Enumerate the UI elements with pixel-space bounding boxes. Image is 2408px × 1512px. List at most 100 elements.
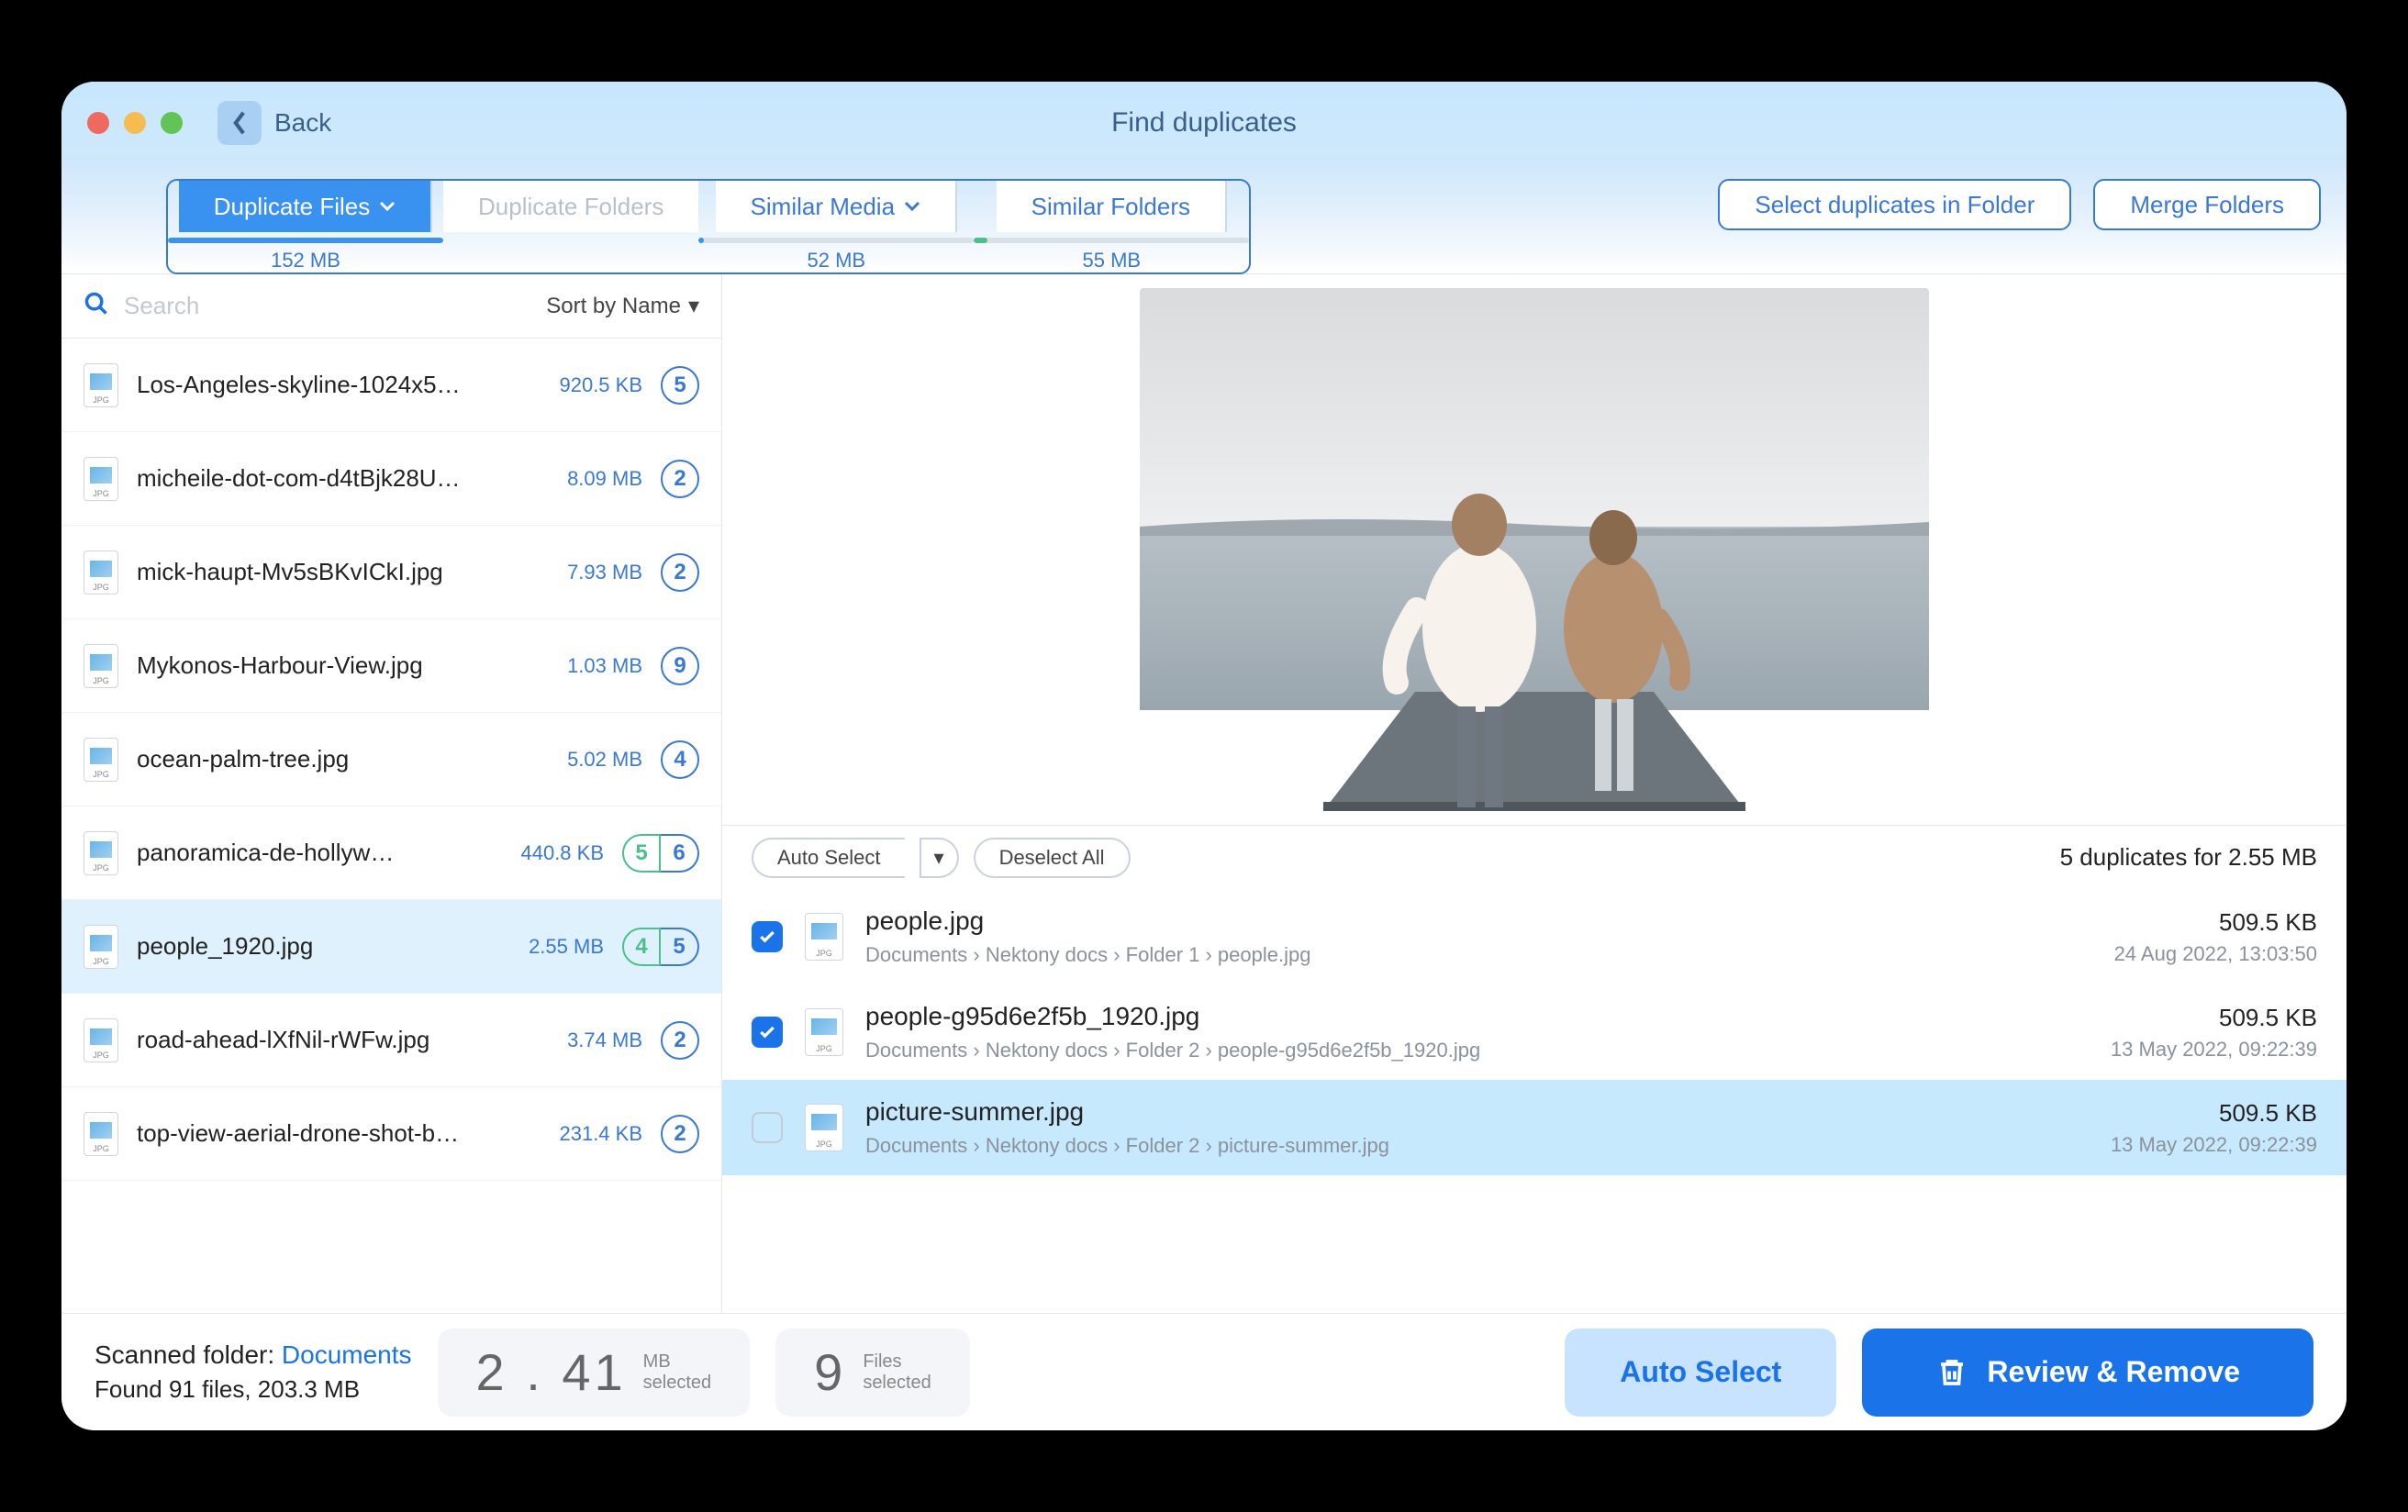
preview-image [1140, 288, 1929, 811]
file-thumbnail-icon: JPG [84, 831, 118, 875]
duplicate-file-size: 509.5 KB [2111, 1004, 2317, 1032]
app-window: Back Find duplicates Duplicate Files 152… [61, 82, 2347, 1430]
file-thumbnail-icon: JPG [84, 925, 118, 969]
file-thumbnail-icon: JPG [84, 363, 118, 407]
scanned-folder-link[interactable]: Documents [282, 1340, 412, 1369]
badge-group: 2 [661, 1115, 699, 1153]
file-row[interactable]: JPG micheile-dot-com-d4tBjk28U… 8.09 MB … [61, 432, 721, 526]
file-size: 1.03 MB [532, 654, 642, 678]
tab-label: Similar Media [751, 193, 896, 221]
file-row[interactable]: JPG ocean-palm-tree.jpg 5.02 MB 4 [61, 713, 721, 806]
minimize-window-icon[interactable] [124, 112, 146, 134]
file-name: ocean-palm-tree.jpg [137, 745, 514, 773]
tab-duplicate-files[interactable]: Duplicate Files [179, 181, 433, 232]
file-thumbnail-icon: JPG [84, 644, 118, 688]
tab-size: 55 MB [1083, 249, 1142, 272]
duplicate-row[interactable]: JPG people.jpg Documents › Nektony docs … [722, 889, 2347, 984]
duplicate-row[interactable]: JPG picture-summer.jpg Documents › Nekto… [722, 1080, 2347, 1175]
file-size: 5.02 MB [532, 748, 642, 772]
file-name: micheile-dot-com-d4tBjk28U… [137, 464, 514, 493]
duplicate-count-badge: 2 [661, 553, 699, 592]
bottom-bar: Scanned folder: Documents Found 91 files… [61, 1313, 2347, 1430]
file-thumbnail-icon: JPG [84, 457, 118, 501]
duplicate-file-path: Documents › Nektony docs › Folder 1 › pe… [865, 943, 2092, 967]
preview-area [722, 274, 2347, 825]
fullscreen-window-icon[interactable] [161, 112, 183, 134]
file-size: 8.09 MB [532, 467, 642, 491]
chevron-down-icon [904, 201, 920, 212]
duplicate-count-badge: 2 [661, 460, 699, 498]
caret-down-icon: ▾ [688, 293, 699, 319]
duplicate-file-size: 509.5 KB [2111, 1099, 2317, 1128]
auto-select-dropdown[interactable]: ▾ [920, 838, 959, 878]
tab-duplicate-folders[interactable]: Duplicate Folders [443, 181, 698, 232]
back-label: Back [274, 108, 331, 138]
scanned-folder-line: Scanned folder: Documents [95, 1340, 412, 1370]
tab-similar-media[interactable]: Similar Media [716, 181, 958, 232]
file-row[interactable]: JPG top-view-aerial-drone-shot-b… 231.4 … [61, 1087, 721, 1181]
file-row[interactable]: JPG road-ahead-lXfNil-rWFw.jpg 3.74 MB 2 [61, 994, 721, 1087]
file-row[interactable]: JPG panoramica-de-hollyw… 440.8 KB 56 [61, 806, 721, 900]
tab-label: Duplicate Folders [478, 193, 663, 221]
deselect-all-button[interactable]: Deselect All [974, 838, 1131, 878]
file-size: 7.93 MB [532, 561, 642, 584]
file-size: 440.8 KB [494, 841, 604, 865]
duplicate-file-name: picture-summer.jpg [865, 1097, 2089, 1127]
file-name: panoramica-de-hollyw… [137, 839, 475, 867]
tab-label: Similar Folders [1031, 193, 1190, 221]
duplicate-row[interactable]: JPG people-g95d6e2f5b_1920.jpg Documents… [722, 984, 2347, 1080]
duplicate-file-date: 13 May 2022, 09:22:39 [2111, 1133, 2317, 1157]
file-row[interactable]: JPG Los-Angeles-skyline-1024x5… 920.5 KB… [61, 339, 721, 432]
file-name: Mykonos-Harbour-View.jpg [137, 651, 514, 680]
search-input[interactable] [124, 292, 531, 320]
sort-dropdown[interactable]: Sort by Name ▾ [546, 293, 699, 319]
tab-similar-folders[interactable]: Similar Folders [997, 181, 1227, 232]
search-icon [84, 291, 109, 321]
file-row[interactable]: JPG mick-haupt-Mv5sBKvICkI.jpg 7.93 MB 2 [61, 526, 721, 619]
badge-group: 4 [661, 740, 699, 779]
review-remove-button[interactable]: Review & Remove [1862, 1329, 2313, 1417]
file-thumbnail-icon: JPG [805, 913, 843, 961]
window-title: Find duplicates [1111, 107, 1297, 139]
tab-size: 152 MB [271, 249, 340, 272]
file-name: people_1920.jpg [137, 932, 475, 961]
duplicate-file-size: 509.5 KB [2114, 908, 2317, 937]
file-name: road-ahead-lXfNil-rWFw.jpg [137, 1026, 514, 1054]
toolbar: Duplicate Files 152 MB Duplicate Folders [61, 164, 2347, 274]
badge-group: 2 [661, 1021, 699, 1060]
select-checkbox[interactable] [752, 921, 783, 952]
file-row[interactable]: JPG people_1920.jpg 2.55 MB 45 [61, 900, 721, 994]
duplicate-count-badge: 5 [661, 366, 699, 405]
file-size: 3.74 MB [532, 1028, 642, 1052]
file-name: mick-haupt-Mv5sBKvICkI.jpg [137, 558, 514, 586]
duplicate-count-badge: 6 [661, 834, 699, 873]
tab-size: 52 MB [808, 249, 866, 272]
badge-group: 45 [622, 928, 699, 966]
select-duplicates-in-folder-button[interactable]: Select duplicates in Folder [1718, 179, 2071, 230]
auto-select-big-button[interactable]: Auto Select [1565, 1329, 1836, 1417]
badge-group: 9 [661, 647, 699, 685]
duplicate-count-badge: 5 [622, 834, 661, 873]
back-button[interactable] [217, 101, 262, 145]
file-thumbnail-icon: JPG [84, 1018, 118, 1062]
chevron-down-icon [379, 201, 396, 212]
file-thumbnail-icon: JPG [84, 1112, 118, 1156]
duplicate-file-path: Documents › Nektony docs › Folder 2 › pe… [865, 1039, 2089, 1062]
duplicate-file-name: people.jpg [865, 906, 2092, 936]
file-size: 920.5 KB [532, 373, 642, 397]
titlebar: Back Find duplicates [61, 82, 2347, 164]
file-list-panel: Sort by Name ▾ JPG Los-Angeles-skyline-1… [61, 274, 722, 1313]
duplicate-count-badge: 4 [661, 740, 699, 779]
badge-group: 2 [661, 460, 699, 498]
auto-select-button[interactable]: Auto Select [752, 838, 905, 878]
file-name: top-view-aerial-drone-shot-b… [137, 1119, 514, 1148]
file-size: 231.4 KB [532, 1122, 642, 1146]
merge-folders-button[interactable]: Merge Folders [2093, 179, 2321, 230]
select-checkbox[interactable] [752, 1112, 783, 1143]
review-remove-label: Review & Remove [1987, 1355, 2240, 1389]
selected-files-box: 9 Filesselected [775, 1329, 970, 1417]
close-window-icon[interactable] [87, 112, 109, 134]
select-checkbox[interactable] [752, 1017, 783, 1048]
file-thumbnail-icon: JPG [84, 738, 118, 782]
file-row[interactable]: JPG Mykonos-Harbour-View.jpg 1.03 MB 9 [61, 619, 721, 713]
